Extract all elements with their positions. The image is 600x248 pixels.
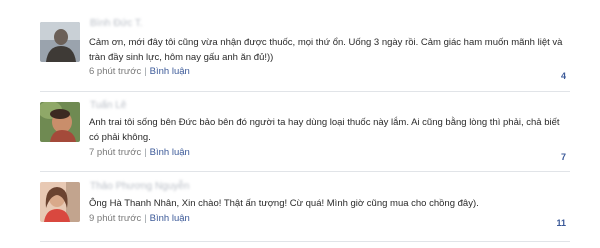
reply-link[interactable]: Bình luận	[150, 66, 190, 77]
avatar[interactable]	[40, 182, 80, 222]
like-count[interactable]: 7	[561, 152, 566, 162]
comment-meta: 7 phút trước | Bình luận	[89, 147, 190, 158]
meta-separator: |	[144, 147, 147, 158]
comment-text: Ông Hà Thanh Nhân, Xin chào! Thật ấn tượ…	[89, 198, 479, 209]
comment-time: 7 phút trước	[89, 147, 142, 158]
comment-text: Anh trai tôi sống bên Đức bảo bên đó ngư…	[89, 117, 560, 143]
comment-author: Bình Đức T.	[90, 18, 143, 29]
meta-separator: |	[144, 213, 147, 224]
comment-author: Tuấn Lê	[90, 100, 127, 111]
avatar[interactable]	[40, 102, 80, 142]
avatar-photo	[40, 22, 80, 62]
comment-time: 9 phút trước	[89, 213, 142, 224]
reply-link[interactable]: Bình luận	[150, 213, 190, 224]
like-count[interactable]: 4	[561, 71, 566, 81]
like-count[interactable]: 11	[556, 218, 566, 228]
comment-item: Tuấn Lê Anh trai tôi sống bên Đức bảo bê…	[40, 92, 570, 172]
comment-meta: 6 phút trước | Bình luận	[89, 66, 190, 77]
avatar-photo	[40, 102, 80, 142]
reply-link[interactable]: Bình luận	[150, 147, 190, 158]
comment-item: Bình Đức T. Cảm ơn, mới đây tôi cũng vừa…	[40, 10, 570, 92]
divider	[40, 241, 570, 242]
avatar-photo	[40, 182, 80, 222]
comment-time: 6 phút trước	[89, 66, 142, 77]
avatar[interactable]	[40, 22, 80, 62]
comment-text: Cảm ơn, mới đây tôi cũng vừa nhận được t…	[89, 37, 563, 63]
comment-item: Thảo Phương Nguyễn Ông Hà Thanh Nhân, Xi…	[40, 172, 570, 242]
meta-separator: |	[144, 66, 147, 77]
comment-feed: Bình Đức T. Cảm ơn, mới đây tôi cũng vừa…	[0, 0, 600, 248]
comment-meta: 9 phút trước | Bình luận	[89, 213, 190, 224]
comment-author: Thảo Phương Nguyễn	[90, 181, 190, 192]
